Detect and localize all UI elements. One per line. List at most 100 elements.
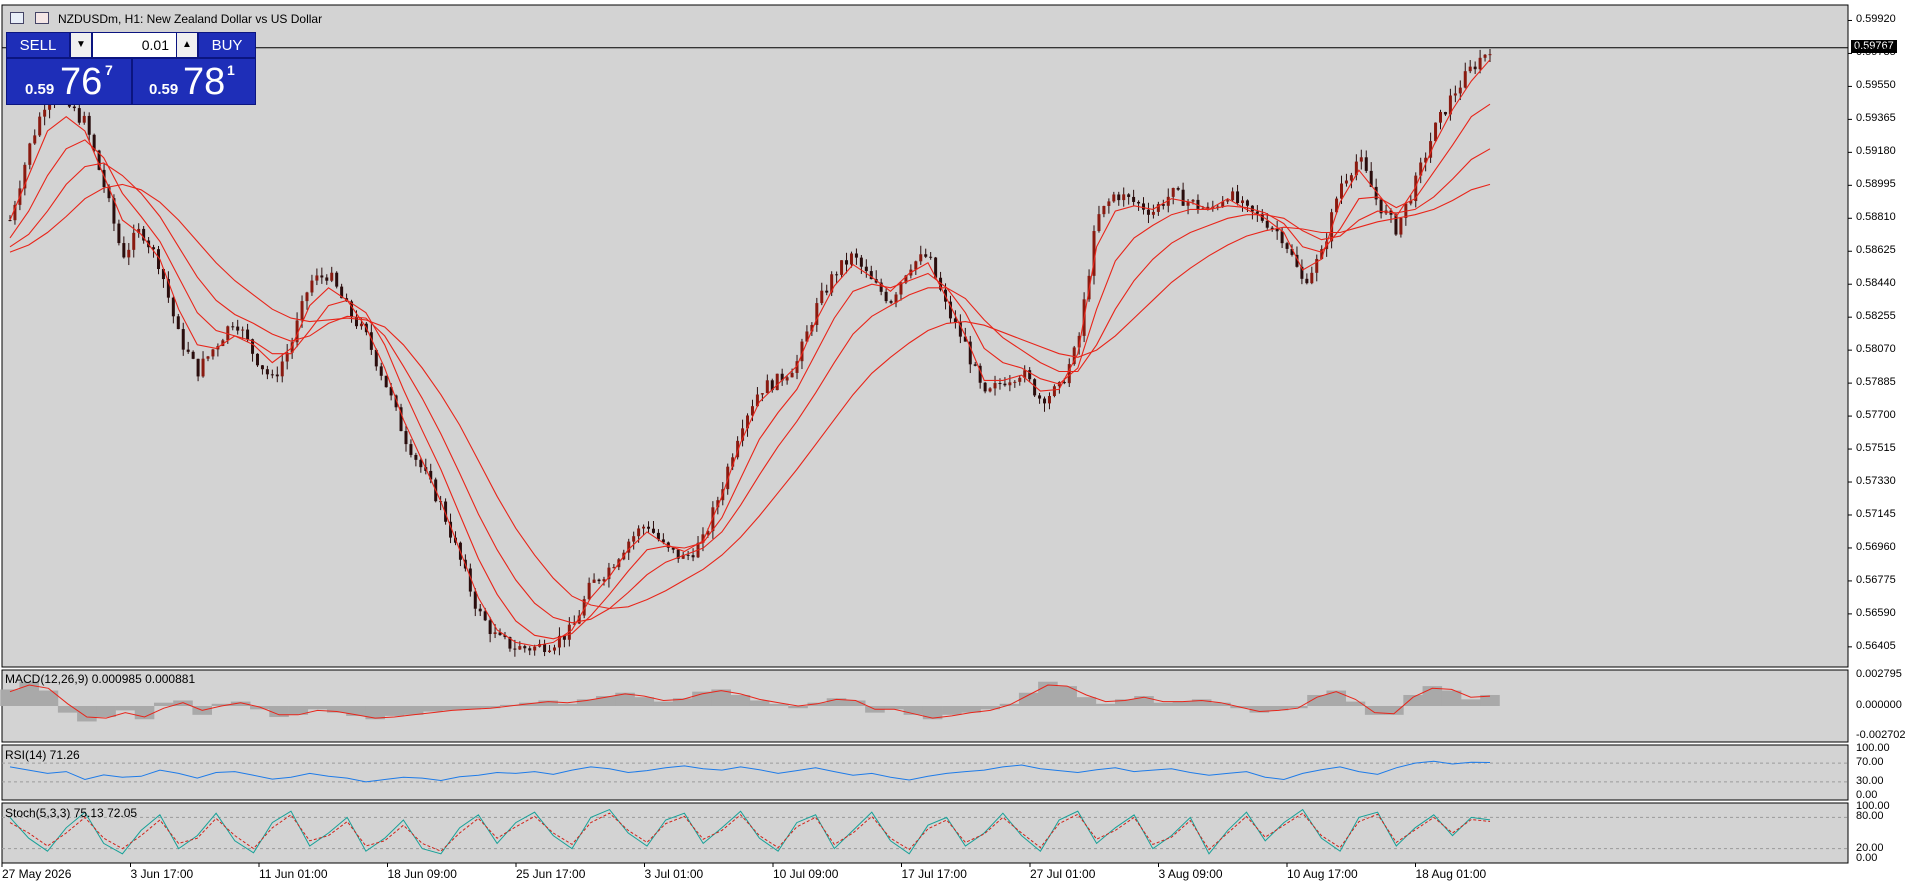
macd-histogram-bar (115, 706, 136, 711)
buy-quote[interactable]: 0.59 78 1 (132, 58, 256, 105)
candle-body (1151, 211, 1155, 215)
chart-canvas[interactable] (0, 0, 1920, 886)
sell-button[interactable]: SELL (6, 32, 70, 58)
candle-body (775, 373, 779, 391)
macd-title: MACD(12,26,9) 0.000985 0.000881 (5, 672, 196, 686)
candle-body (270, 374, 274, 376)
candle-body (414, 454, 418, 460)
time-axis-label: 10 Aug 17:00 (1287, 867, 1358, 881)
main-price-pane[interactable] (1, 4, 1849, 668)
price-axis-label: 0.59920 (1856, 13, 1896, 26)
candle-body (493, 632, 497, 635)
chart-window-icon[interactable] (10, 12, 24, 24)
candle-body (884, 291, 888, 302)
buy-button[interactable]: BUY (198, 32, 256, 58)
candle-body (1097, 214, 1101, 232)
candle-body (1043, 398, 1047, 404)
candle-body (1359, 157, 1363, 162)
chart-window[interactable]: NZDUSDm, H1: New Zealand Dollar vs US Do… (0, 0, 1920, 886)
candle-body (236, 326, 240, 331)
candle-body (1013, 381, 1017, 383)
candle-body (87, 115, 91, 135)
one-click-trade-panel: SELL ▼ 0.01 ▲ BUY 0.59 76 7 0.59 78 1 (6, 32, 256, 105)
price-axis-label: 0.56775 (1856, 573, 1896, 586)
candle-body (211, 349, 215, 357)
stoch-axis-label: 80.00 (1856, 810, 1884, 823)
sell-quote-small: 0.59 (25, 81, 55, 98)
price-axis-label: 0.58995 (1856, 178, 1896, 191)
price-axis-label: 0.58070 (1856, 343, 1896, 356)
price-axis-label: 0.56960 (1856, 540, 1896, 553)
candle-body (1478, 57, 1482, 70)
time-axis-label: 27 May 2026 (2, 867, 72, 881)
candle-body (1142, 203, 1146, 210)
stoch-pane[interactable] (1, 802, 1849, 864)
trade-arrow-down-icon[interactable]: ▼ (70, 32, 92, 58)
macd-histogram-bar (77, 706, 97, 722)
candle-body (513, 648, 517, 650)
price-axis-label: 0.59550 (1856, 79, 1896, 92)
macd-histogram-bar (423, 706, 443, 712)
candle-body (379, 366, 383, 376)
price-axis-label: 0.57515 (1856, 442, 1896, 455)
time-axis-label: 11 Jun 01:00 (259, 867, 328, 881)
price-axis-label: 0.59365 (1856, 112, 1896, 125)
candle-body (552, 647, 556, 651)
candle-body (914, 261, 918, 270)
candle-body (1236, 191, 1240, 204)
time-axis-label: 17 Jul 17:00 (901, 867, 967, 881)
chart-bars-icon[interactable] (35, 12, 49, 24)
trade-arrow-up-icon[interactable]: ▲ (176, 32, 198, 58)
candle-body (845, 260, 849, 265)
macd-histogram-bar (942, 706, 962, 715)
candle-body (1265, 220, 1269, 228)
candle-body (1488, 54, 1492, 56)
rsi-axis-label: 100.00 (1856, 742, 1890, 754)
candle-body (280, 361, 284, 377)
candle-body (1305, 278, 1309, 284)
candle-body (300, 301, 304, 321)
candle-body (1191, 199, 1195, 202)
candle-body (1255, 211, 1259, 214)
candle-body (1340, 183, 1344, 199)
macd-histogram-bar (57, 706, 78, 713)
price-axis-label: 0.59735 (1856, 46, 1896, 59)
rsi-title: RSI(14) 71.26 (5, 748, 80, 762)
macd-histogram-bar (1307, 694, 1327, 706)
candle-body (765, 380, 769, 394)
candle-body (919, 254, 923, 262)
macd-histogram-bar (730, 694, 751, 706)
candle-body (854, 253, 858, 258)
time-axis-label: 18 Aug 01:00 (1415, 867, 1487, 881)
candle-body (231, 326, 235, 328)
candle-body (260, 365, 264, 370)
candle-body (973, 364, 977, 366)
candle-body (691, 555, 695, 558)
candle-body (528, 648, 532, 651)
candle-body (1146, 209, 1150, 215)
macd-histogram-bar (1403, 694, 1423, 706)
symbol-title: NZDUSDm, H1: New Zealand Dollar vs US Do… (58, 12, 323, 26)
time-axis-label: 18 Jun 09:00 (387, 867, 457, 881)
price-axis-label: 0.57145 (1856, 507, 1896, 520)
candle-body (889, 301, 893, 303)
candle-body (1468, 66, 1472, 72)
rsi-pane[interactable] (1, 744, 1849, 801)
candle-body (1434, 122, 1438, 142)
candle-body (864, 266, 868, 272)
price-axis-label: 0.59180 (1856, 145, 1896, 158)
sell-quote[interactable]: 0.59 76 7 (6, 58, 132, 105)
candle-body (518, 646, 522, 650)
time-axis-label: 10 Jul 09:00 (773, 867, 839, 881)
candle-body (359, 323, 363, 327)
candle-body (315, 275, 319, 281)
candle-body (478, 608, 482, 612)
candle-body (548, 650, 552, 653)
candle-body (191, 351, 195, 359)
candle-body (1132, 196, 1136, 202)
candle-body (924, 254, 928, 257)
candle-body (127, 249, 131, 258)
candle-body (43, 109, 47, 117)
candle-body (1310, 272, 1314, 284)
candle-body (929, 256, 933, 258)
